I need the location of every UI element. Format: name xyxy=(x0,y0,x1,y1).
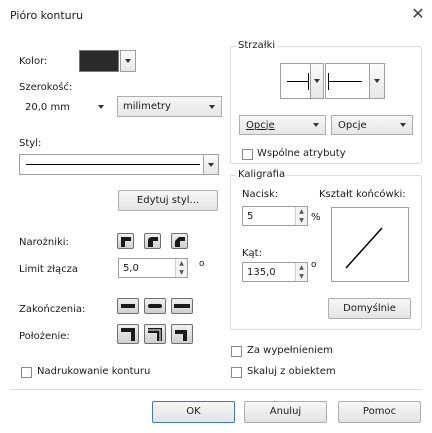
edit-style-button[interactable]: Edytuj styl... xyxy=(118,190,218,211)
spin-down-icon[interactable]: ▼ xyxy=(296,272,307,281)
calligraphy-group-label: Kaligrafia xyxy=(236,169,288,180)
position-inside-button[interactable] xyxy=(171,324,193,344)
chevron-down-icon xyxy=(374,79,380,83)
chevron-down-icon xyxy=(125,59,131,63)
miter-limit-input[interactable]: 5,0 ▲ ▼ xyxy=(118,258,188,278)
style-label: Styl: xyxy=(19,138,42,149)
miter-limit-spinner[interactable]: ▲ ▼ xyxy=(175,259,187,277)
end-square-icon xyxy=(174,304,190,308)
nib-line-icon xyxy=(345,227,383,269)
spin-down-icon[interactable]: ▼ xyxy=(176,268,187,277)
corner-miter-button[interactable] xyxy=(117,233,134,249)
unit-value: milimetry xyxy=(123,101,171,112)
style-line-preview xyxy=(26,164,200,165)
stretch-input[interactable]: 5 ▲ ▼ xyxy=(242,206,308,226)
position-outside-icon xyxy=(121,328,135,341)
start-arrow-select[interactable] xyxy=(280,63,324,99)
end-butt-button[interactable] xyxy=(117,298,139,314)
shared-attributes-label: Wspólne atrybuty xyxy=(257,148,346,159)
arrow-options-right-label: Opcje xyxy=(338,120,367,131)
stretch-label: Nacisk: xyxy=(242,189,279,200)
end-arrow-dropdown[interactable] xyxy=(369,64,384,98)
cancel-button[interactable]: Anuluj xyxy=(244,401,327,423)
width-combo[interactable]: 20,0 mm xyxy=(19,97,111,117)
color-dropdown-button[interactable] xyxy=(120,50,136,72)
start-arrow-preview xyxy=(287,81,309,82)
corner-bevel-button[interactable] xyxy=(171,233,188,249)
chevron-down-icon xyxy=(209,104,215,109)
scale-with-object-checkbox[interactable] xyxy=(231,367,242,378)
color-swatch[interactable] xyxy=(79,50,119,72)
stretch-value: 5 xyxy=(247,210,254,222)
stretch-unit: % xyxy=(311,212,321,223)
angle-unit: o xyxy=(311,260,317,270)
behind-fill-checkbox[interactable] xyxy=(231,346,242,357)
arrow-options-left-label: Opcje xyxy=(246,119,275,131)
start-arrow-tick xyxy=(308,73,309,90)
chevron-down-icon xyxy=(314,79,320,83)
end-round-icon xyxy=(148,304,162,308)
position-inside-icon xyxy=(175,330,187,341)
angle-value: 135,0 xyxy=(247,266,276,278)
spin-up-icon[interactable]: ▲ xyxy=(296,207,307,216)
style-select[interactable] xyxy=(19,154,219,175)
arrows-group-label: Strzałki xyxy=(236,40,278,51)
end-square-button[interactable] xyxy=(171,298,193,314)
miter-limit-value: 5,0 xyxy=(123,262,139,274)
footer-separator xyxy=(10,389,422,390)
end-arrow-select[interactable] xyxy=(325,63,385,99)
behind-fill-label: Za wypełnieniem xyxy=(247,345,333,356)
spin-up-icon[interactable]: ▲ xyxy=(296,263,307,272)
corners-label: Narożniki: xyxy=(19,237,69,248)
stretch-spinner[interactable]: ▲ ▼ xyxy=(295,207,307,225)
chevron-down-icon xyxy=(313,123,319,127)
dialog-title: Pióro konturu xyxy=(10,9,84,22)
corner-bevel-icon xyxy=(175,237,185,247)
width-value: 20,0 mm xyxy=(25,101,70,113)
default-button[interactable]: Domyślnie xyxy=(328,298,411,319)
position-outside-button[interactable] xyxy=(117,324,139,344)
line-ends-label: Zakończenia: xyxy=(19,304,86,315)
spin-down-icon[interactable]: ▼ xyxy=(296,216,307,225)
ok-button[interactable]: OK xyxy=(152,401,235,423)
arrow-options-right-text-end: e xyxy=(360,119,367,131)
spin-up-icon[interactable]: ▲ xyxy=(176,259,187,268)
corner-miter-icon xyxy=(121,237,131,247)
overprint-label: Nadrukowanie konturu xyxy=(37,366,151,377)
scale-with-object-label: Skaluj z obiektem xyxy=(247,366,336,377)
start-arrow-dropdown[interactable] xyxy=(310,64,323,98)
angle-label: Kąt: xyxy=(242,248,262,259)
end-arrow-preview xyxy=(328,81,362,82)
miter-unit: o xyxy=(199,259,205,269)
width-label: Szerokość: xyxy=(19,82,73,93)
style-dropdown-button[interactable] xyxy=(203,155,218,174)
position-center-icon xyxy=(148,328,162,341)
overprint-checkbox[interactable] xyxy=(21,367,32,378)
arrow-options-right-button[interactable]: Opcje xyxy=(331,115,413,135)
nib-shape-preview[interactable] xyxy=(331,207,409,282)
angle-spinner[interactable]: ▲ ▼ xyxy=(295,263,307,281)
nib-shape-label: Kształt końcówki: xyxy=(319,189,406,200)
help-button[interactable]: Pomoc xyxy=(338,401,421,423)
close-icon[interactable]: ✕ xyxy=(409,4,427,23)
chevron-down-icon xyxy=(400,123,406,127)
corner-round-icon xyxy=(148,237,158,247)
position-center-button[interactable] xyxy=(144,324,166,344)
end-round-button[interactable] xyxy=(144,298,166,314)
end-butt-icon xyxy=(121,304,135,308)
chevron-down-icon xyxy=(98,105,104,109)
arrow-options-right-text: Opc xyxy=(338,119,358,131)
arrow-options-left-button[interactable]: Opcje xyxy=(239,115,326,135)
miter-limit-label: Limit złącza xyxy=(19,264,79,275)
unit-select[interactable]: milimetry xyxy=(117,96,222,117)
angle-input[interactable]: 135,0 ▲ ▼ xyxy=(242,262,308,282)
color-label: Kolor: xyxy=(19,56,48,67)
chevron-down-icon xyxy=(208,162,214,167)
corner-round-button[interactable] xyxy=(144,233,161,249)
shared-attributes-checkbox[interactable] xyxy=(242,149,253,160)
position-label: Położenie: xyxy=(19,331,70,342)
